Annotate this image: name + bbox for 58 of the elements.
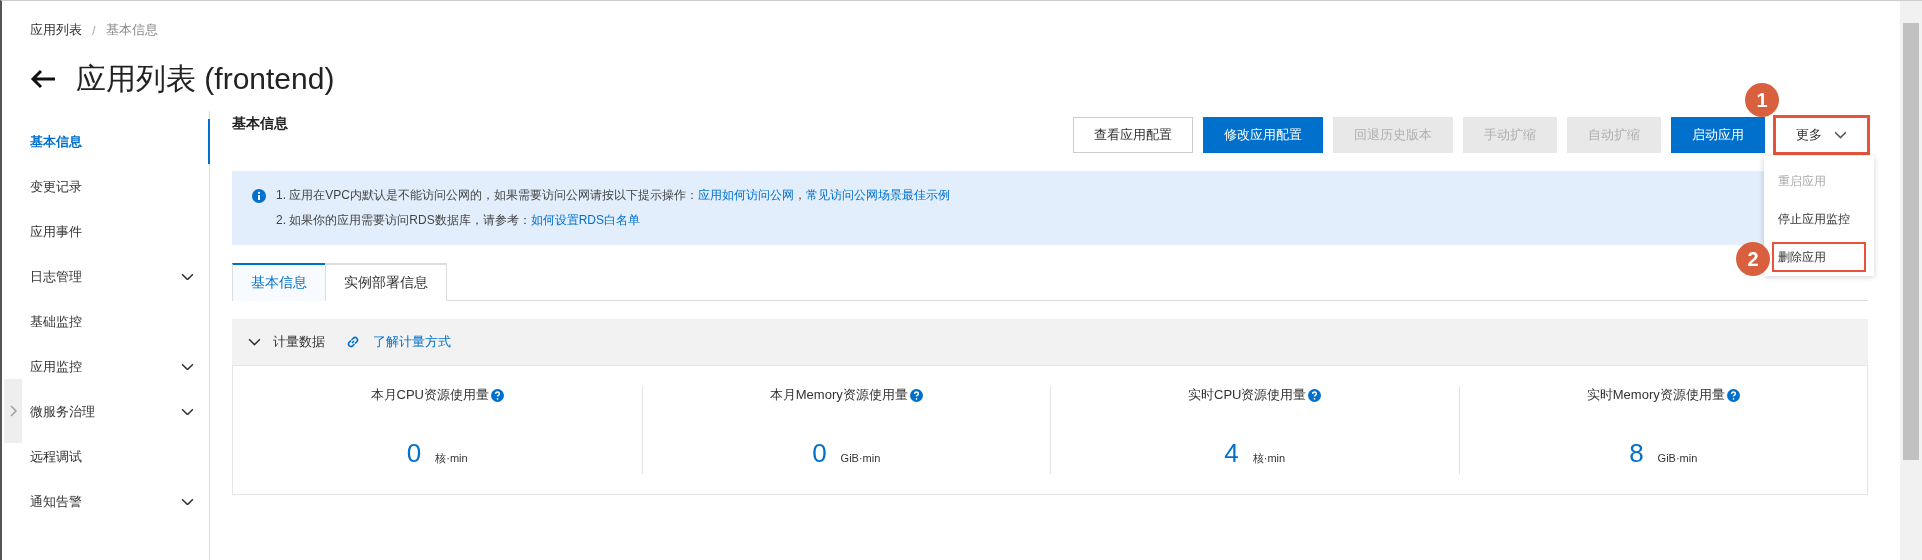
metering-link[interactable]: 了解计量方式 — [373, 333, 451, 351]
metric-value: 8 — [1629, 438, 1644, 469]
page-title: 应用列表 (frontend) — [76, 60, 335, 97]
sidebar-item[interactable]: 通知告警 — [30, 479, 210, 524]
menu-item[interactable]: 删除应用 — [1774, 244, 1864, 270]
chevron-down-icon — [181, 362, 194, 371]
sidebar-item[interactable]: 变更记录 — [30, 164, 210, 209]
notice-link[interactable]: 应用如何访问公网 — [698, 188, 794, 202]
notice-link[interactable]: 如何设置RDS白名单 — [530, 213, 641, 227]
metric-label: 本月Memory资源使用量 — [769, 386, 908, 404]
sidebar-item[interactable]: 基本信息 — [30, 119, 210, 164]
section-title: 基本信息 — [232, 115, 288, 133]
help-icon[interactable] — [1308, 388, 1322, 402]
tab[interactable]: 基本信息 — [232, 263, 326, 301]
menu-item[interactable]: 停止应用监控 — [1764, 200, 1874, 238]
scrollbar-track[interactable] — [1900, 1, 1922, 560]
chevron-right-icon — [9, 405, 17, 417]
sidebar-item[interactable]: 应用事件 — [30, 209, 210, 254]
breadcrumb-link[interactable]: 应用列表 — [30, 21, 82, 39]
toolbar-button[interactable]: 查看应用配置 — [1073, 117, 1193, 153]
metric-value: 0 — [812, 438, 827, 469]
chevron-down-icon — [181, 497, 194, 506]
chevron-down-icon — [181, 272, 194, 281]
metric-value: 4 — [1224, 438, 1239, 469]
panel-title: 计量数据 — [273, 333, 325, 351]
metric-label: 实时CPU资源使用量 — [1188, 386, 1307, 404]
sidebar-item[interactable]: 应用监控 — [30, 344, 210, 389]
metric-label: 本月CPU资源使用量 — [370, 386, 489, 404]
chevron-down-icon — [248, 338, 261, 346]
info-icon — [252, 189, 266, 203]
notice-link[interactable]: 常见访问公网场景最佳示例 — [806, 188, 950, 202]
scrollbar-thumb[interactable] — [1903, 23, 1919, 460]
metric-unit: GiB·min — [840, 452, 881, 464]
help-icon[interactable] — [1726, 388, 1740, 402]
help-icon[interactable] — [909, 388, 923, 402]
help-icon[interactable] — [490, 388, 504, 402]
metric-label: 实时Memory资源使用量 — [1586, 386, 1725, 404]
tab[interactable]: 实例部署信息 — [325, 263, 447, 301]
sidebar-item[interactable]: 日志管理 — [30, 254, 210, 299]
sidebar-item[interactable]: 远程调试 — [30, 434, 210, 479]
metric-unit: GiB·min — [1657, 452, 1698, 464]
metric-unit: 核·min — [1252, 451, 1286, 466]
toolbar-button[interactable]: 修改应用配置 — [1203, 117, 1323, 153]
notice-text: 2. 如果你的应用需要访问RDS数据库，请参考：如何设置RDS白名单 — [276, 212, 642, 229]
notice-text: 1. 应用在VPC内默认是不能访问公网的，如果需要访问公网请按以下提示操作：应用如何访问公网，常见访问公网场景最佳示例 — [276, 187, 950, 204]
link-icon — [345, 334, 361, 350]
metric-value: 0 — [406, 438, 422, 469]
sidebar-item[interactable]: 微服务治理 — [30, 389, 210, 434]
chevron-down-icon — [181, 407, 194, 416]
step-number-badge: 1 — [1745, 83, 1779, 117]
metric-unit: 核·min — [435, 451, 468, 466]
breadcrumb-separator: / — [92, 22, 96, 38]
more-dropdown-button[interactable]: 更多 — [1775, 117, 1868, 153]
chevron-down-icon — [1834, 131, 1847, 139]
toolbar-button[interactable]: 启动应用 — [1671, 117, 1765, 153]
sidebar-item[interactable]: 基础监控 — [30, 299, 210, 344]
sidebar-toggle[interactable] — [4, 379, 22, 443]
back-arrow-icon[interactable] — [30, 69, 56, 89]
